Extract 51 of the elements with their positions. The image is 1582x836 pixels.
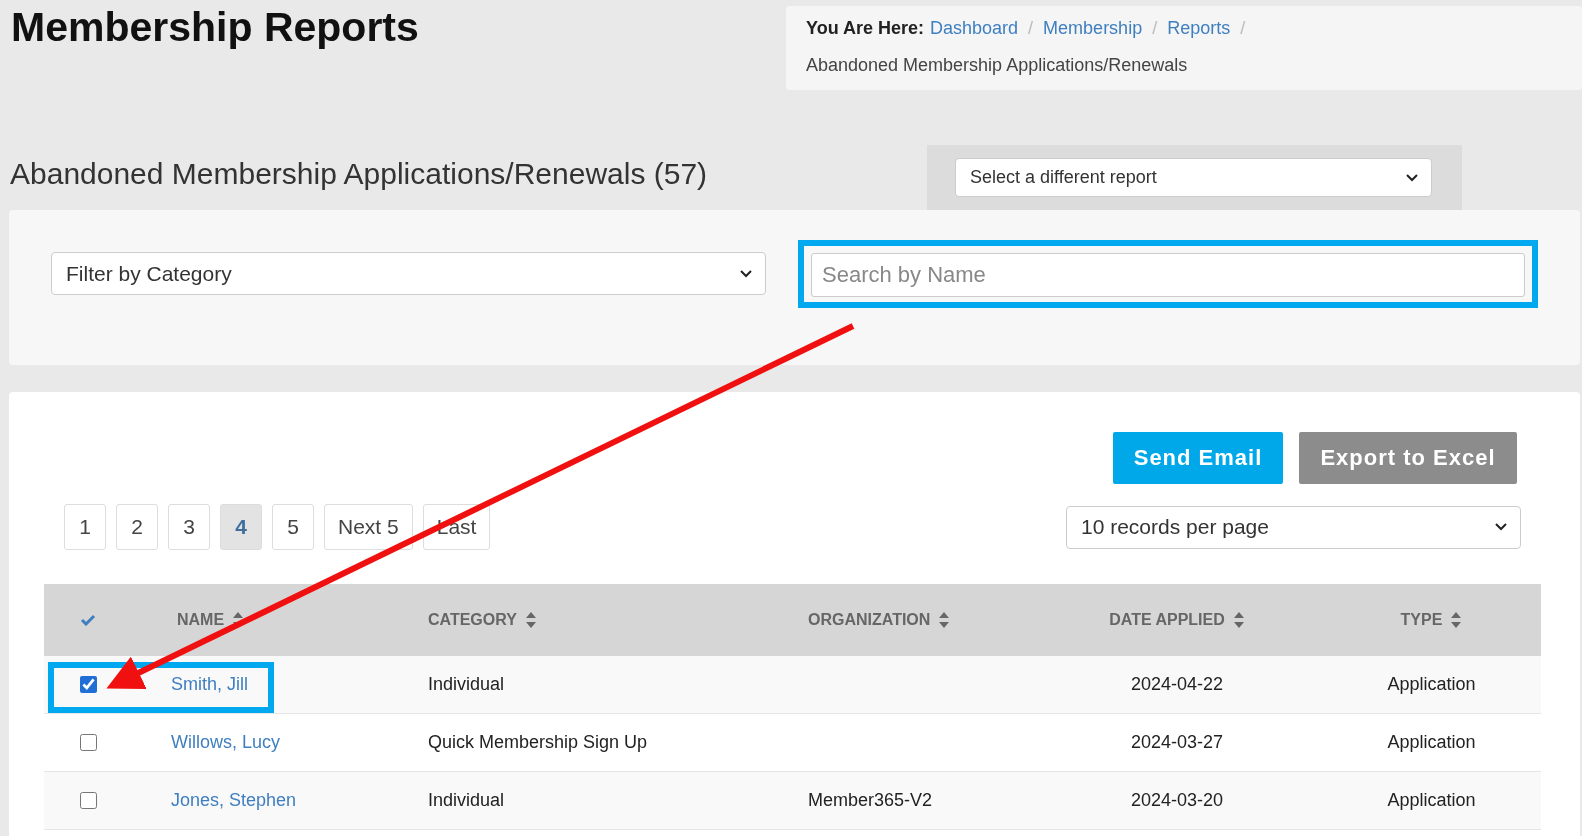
table-cell: 2024-04-22 <box>1130 674 1224 695</box>
page-button[interactable]: Next 5 <box>324 504 413 550</box>
page-button[interactable]: 5 <box>272 504 314 550</box>
send-email-button[interactable]: Send Email <box>1113 432 1283 484</box>
chevron-down-icon <box>1494 522 1508 532</box>
page-button[interactable]: 4 <box>220 504 262 550</box>
report-heading: Abandoned Membership Applications/Renewals (57) <box>9 156 709 192</box>
breadcrumb-separator: / <box>1240 18 1246 39</box>
page-button[interactable]: 1 <box>64 504 106 550</box>
breadcrumb-separator: / <box>1028 18 1034 39</box>
table-cell: Member365-V2 <box>808 790 933 811</box>
table-cell: Application <box>1387 790 1476 811</box>
chevron-down-icon <box>1405 172 1419 183</box>
column-header[interactable]: CATEGORY <box>428 611 517 629</box>
breadcrumb-link[interactable]: Membership <box>1043 18 1143 39</box>
per-page-select[interactable]: 10 records per page <box>1066 505 1521 549</box>
page-button[interactable]: 2 <box>116 504 158 550</box>
check-all-icon[interactable] <box>80 614 96 626</box>
breadcrumb-label: You Are Here: <box>806 18 925 39</box>
column-header[interactable]: NAME <box>177 611 225 629</box>
breadcrumb-link[interactable]: Reports <box>1167 18 1231 39</box>
breadcrumb-current-page: Abandoned Membership Applications/Renewals <box>806 55 1188 76</box>
table-cell: 2024-03-20 <box>1130 790 1224 811</box>
table-cell: Application <box>1387 674 1476 695</box>
table-cell: Individual <box>428 674 505 695</box>
page-button[interactable]: 3 <box>168 504 210 550</box>
member-name-link[interactable]: Willows, Lucy <box>171 732 281 753</box>
sort-icon[interactable] <box>1232 611 1245 629</box>
report-select[interactable]: Select a different report <box>955 158 1432 197</box>
member-name-link[interactable]: Jones, Stephen <box>171 790 297 811</box>
member-name-link[interactable]: Smith, Jill <box>171 674 248 695</box>
table-cell: Individual <box>428 790 505 811</box>
column-header[interactable]: TYPE <box>1400 611 1443 629</box>
column-header[interactable]: DATE APPLIED <box>1109 611 1225 629</box>
breadcrumb-link[interactable]: Dashboard <box>930 18 1019 39</box>
sort-icon[interactable] <box>1450 611 1463 629</box>
breadcrumb-separator: / <box>1152 18 1158 39</box>
export-button[interactable]: Export to Excel <box>1299 432 1517 484</box>
table-cell: 2024-03-27 <box>1130 732 1224 753</box>
sort-icon[interactable] <box>938 611 951 629</box>
table-cell: Quick Membership Sign Up <box>428 732 648 753</box>
category-select[interactable]: Filter by Category <box>51 252 766 295</box>
page-title: Membership Reports <box>11 4 419 51</box>
chevron-down-icon <box>739 268 753 279</box>
row-checkbox[interactable] <box>79 734 97 751</box>
sort-icon[interactable] <box>524 611 537 629</box>
row-checkbox[interactable] <box>79 676 97 693</box>
row-checkbox[interactable] <box>79 792 97 809</box>
column-header[interactable]: ORGANIZATION <box>808 611 931 629</box>
search-field[interactable]: Search by Name <box>811 253 1525 297</box>
table-cell: Application <box>1387 732 1476 753</box>
